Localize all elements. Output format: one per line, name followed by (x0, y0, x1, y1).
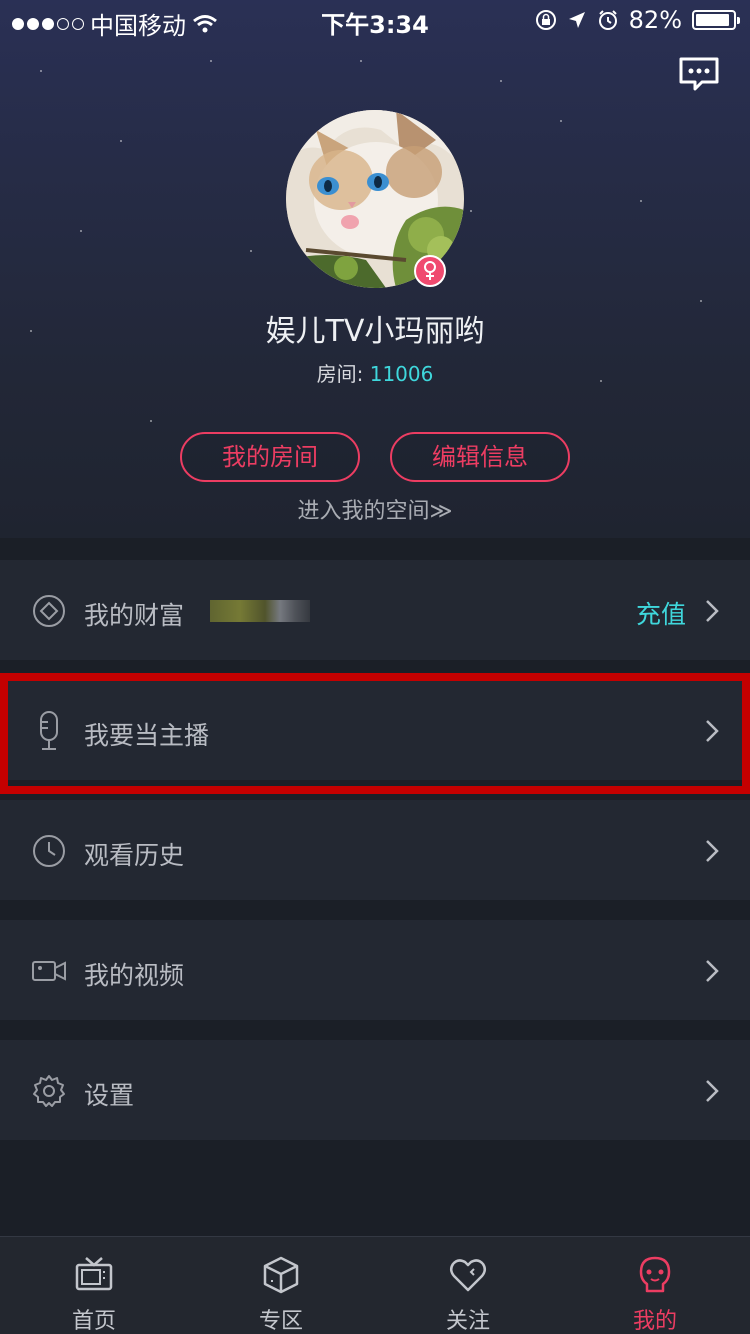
menu-item-history[interactable]: 观看历史 (0, 800, 750, 900)
chevron-right-icon (706, 960, 719, 982)
chevron-right-icon (706, 600, 719, 622)
chevron-right-icon (706, 1080, 719, 1102)
status-bar: 中国移动 下午3:34 82% (0, 0, 750, 40)
tv-icon (75, 1257, 113, 1291)
chevron-right-icon (706, 720, 719, 742)
room-number: 11006 (369, 362, 434, 386)
menu-item-videos[interactable]: 我的视频 (0, 920, 750, 1020)
enter-space-link[interactable]: 进入我的空间≫ (0, 493, 750, 525)
recharge-link[interactable]: 充值 (636, 595, 686, 631)
menu-label-become-host: 我要当主播 (84, 721, 210, 750)
tab-mine[interactable]: 我的 (595, 1237, 715, 1334)
tab-follow[interactable]: 关注 (408, 1237, 528, 1334)
tab-bar: 首页 专区 关注 我的 (0, 1236, 750, 1334)
my-room-button[interactable]: 我的房间 (180, 432, 360, 482)
female-icon (414, 255, 446, 287)
location-icon (568, 12, 585, 28)
menu-item-wealth[interactable]: 我的财富 充值 (0, 560, 750, 660)
menu-item-settings[interactable]: 设置 (0, 1040, 750, 1140)
alarm-icon (598, 10, 617, 30)
menu-label-videos: 我的视频 (84, 961, 185, 990)
clock-icon (33, 835, 65, 867)
room-info: 房间: 11006 (0, 358, 750, 387)
tab-label-zone: 专区 (258, 1309, 303, 1334)
microphone-icon (40, 711, 58, 750)
tab-label-follow: 关注 (445, 1309, 490, 1334)
user-icon (639, 1256, 671, 1293)
tab-home[interactable]: 首页 (34, 1237, 154, 1334)
tab-label-home: 首页 (71, 1309, 116, 1334)
chevron-right-icon (706, 840, 719, 862)
heart-icon (450, 1259, 486, 1292)
message-icon[interactable] (678, 56, 720, 92)
rotation-lock-icon (535, 10, 556, 30)
battery-icon (692, 10, 740, 30)
menu-item-become-host[interactable]: 我要当主播 (0, 680, 750, 780)
tab-zone[interactable]: 专区 (221, 1237, 341, 1334)
battery-percent: 82% (628, 6, 682, 34)
tab-label-mine: 我的 (632, 1309, 677, 1334)
room-label: 房间: (316, 362, 370, 386)
profile-header: 中国移动 下午3:34 82% 娱儿TV小玛丽哟 房间: 11006 我的房间 … (0, 0, 750, 538)
menu-label-settings: 设置 (84, 1081, 135, 1110)
diamond-icon (33, 595, 65, 627)
cube-icon (263, 1256, 299, 1294)
video-camera-icon (32, 961, 66, 981)
gear-icon (33, 1075, 65, 1107)
username: 娱儿TV小玛丽哟 (265, 314, 485, 349)
menu-label-wealth: 我的财富 (84, 601, 185, 630)
menu-label-history: 观看历史 (84, 841, 185, 870)
edit-info-button[interactable]: 编辑信息 (390, 432, 570, 482)
wealth-amount-redacted (210, 600, 310, 622)
